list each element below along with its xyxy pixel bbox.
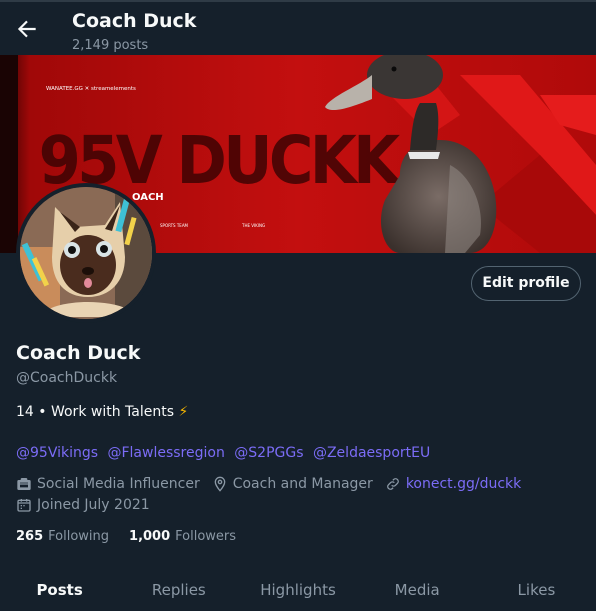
calendar-icon [17,499,31,512]
cat-avatar-image [20,187,152,319]
profile-tabs: Posts Replies Highlights Media Likes [0,566,596,611]
mention-link[interactable]: @ZeldaesportEU [313,445,430,461]
tab-likes[interactable]: Likes [477,566,596,611]
profile-location: Coach and Manager [212,476,373,492]
location-text: Coach and Manager [232,476,373,492]
profile-joined: Joined July 2021 [16,497,162,513]
briefcase-icon [17,478,31,490]
profile-name: Coach Duck [16,342,141,364]
bio-mentions: @95Vikings @Flawlessregion @S2PGGs @Zeld… [16,445,435,461]
header-title: Coach Duck [72,10,197,32]
mention-link[interactable]: @S2PGGs [234,445,303,461]
banner-small-right: THE VIKING [241,223,265,228]
tab-posts[interactable]: Posts [0,566,119,611]
tab-media[interactable]: Media [358,566,477,611]
profile-handle: @CoachDuckk [16,370,118,386]
tab-highlights[interactable]: Highlights [238,566,357,611]
following-link[interactable]: 265 Following [16,529,109,544]
profile-meta-row: Social Media Influencer Coach and Manage… [16,476,533,492]
profile-avatar[interactable] [16,183,156,323]
profile-header: Coach Duck 2,149 posts [0,2,596,55]
category-text: Social Media Influencer [37,476,200,492]
bio-text: 14 • Work with Talents [16,404,174,420]
joined-text: Joined July 2021 [37,497,150,513]
tab-replies[interactable]: Replies [119,566,238,611]
following-label: Following [48,529,110,544]
banner-role-text: OACH [132,192,164,203]
back-arrow-icon[interactable] [14,16,40,42]
followers-link[interactable]: 1,000 Followers [129,529,236,544]
followers-label: Followers [175,529,237,544]
link-icon [386,478,399,490]
banner-sponsor: WANATEE.GG ✕ streamelements [46,86,136,92]
banner-small-left: SPORTS TEAM [160,223,189,228]
profile-bio: 14 • Work with Talents ⚡ [16,404,188,420]
profile-website[interactable]: konect.gg/duckk [385,476,521,492]
profile-category: Social Media Influencer [16,476,200,492]
follow-stats: 265 Following 1,000 Followers [16,529,256,544]
mention-link[interactable]: @Flawlessregion [107,445,224,461]
edit-profile-button[interactable]: Edit profile [471,266,581,301]
mention-link[interactable]: @95Vikings [16,445,98,461]
followers-count: 1,000 [129,529,171,544]
location-pin-icon [214,476,226,492]
joined-item: Joined July 2021 [16,497,150,513]
following-count: 265 [16,529,44,544]
website-link[interactable]: konect.gg/duckk [406,476,521,492]
lightning-icon: ⚡ [178,404,189,420]
post-count: 2,149 posts [72,38,149,53]
